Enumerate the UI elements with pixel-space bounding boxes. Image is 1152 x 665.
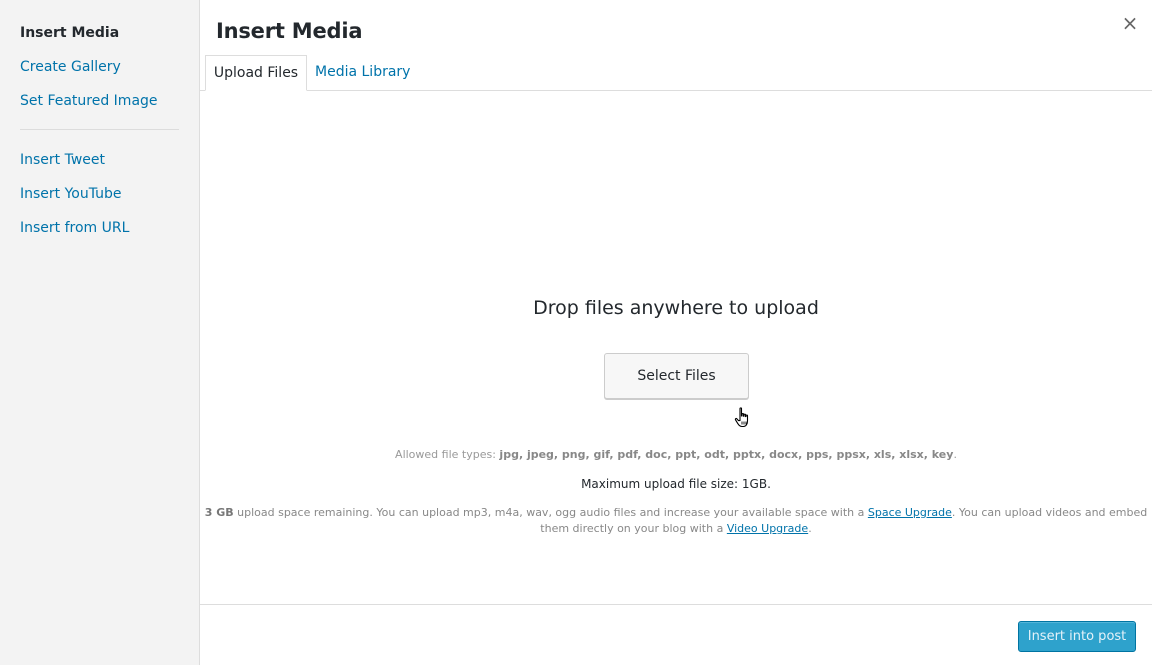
space-note-text-3: . <box>808 522 812 535</box>
max-upload-size: Maximum upload file size: 1GB. <box>581 477 771 491</box>
space-note-text-1: upload space remaining. You can upload m… <box>233 506 868 519</box>
hand-pointer-icon <box>734 407 749 428</box>
sidebar-item-insert-media[interactable]: Insert Media <box>20 24 119 42</box>
space-upgrade-link[interactable]: Space Upgrade <box>868 506 952 519</box>
sidebar-item-insert-youtube[interactable]: Insert YouTube <box>20 185 122 203</box>
insert-into-post-button[interactable]: Insert into post <box>1018 621 1136 652</box>
allowed-types-suffix: . <box>953 448 957 461</box>
sidebar-item-insert-from-url[interactable]: Insert from URL <box>20 219 129 237</box>
tab-upload-files[interactable]: Upload Files <box>205 55 307 91</box>
sidebar-item-create-gallery[interactable]: Create Gallery <box>20 58 121 76</box>
allowed-file-types: Allowed file types: jpg, jpeg, png, gif,… <box>200 447 1152 463</box>
allowed-types-list: jpg, jpeg, png, gif, pdf, doc, ppt, odt,… <box>499 448 954 461</box>
select-files-button[interactable]: Select Files <box>604 353 749 399</box>
modal-title: Insert Media <box>216 19 363 43</box>
tab-media-library[interactable]: Media Library <box>305 55 420 91</box>
modal-footer <box>200 605 1152 665</box>
video-upgrade-link[interactable]: Video Upgrade <box>727 522 808 535</box>
sidebar-divider <box>20 129 179 130</box>
allowed-types-prefix: Allowed file types: <box>395 448 500 461</box>
drop-instructions: Drop files anywhere to upload <box>533 297 819 319</box>
space-remaining-amount: 3 GB <box>204 506 234 519</box>
media-sidebar: Insert Media Create Gallery Set Featured… <box>0 0 200 665</box>
upload-space-note: 3 GB upload space remaining. You can upl… <box>204 505 1148 537</box>
close-icon[interactable]: × <box>1119 12 1141 34</box>
sidebar-item-insert-tweet[interactable]: Insert Tweet <box>20 151 105 169</box>
sidebar-item-set-featured-image[interactable]: Set Featured Image <box>20 92 158 110</box>
